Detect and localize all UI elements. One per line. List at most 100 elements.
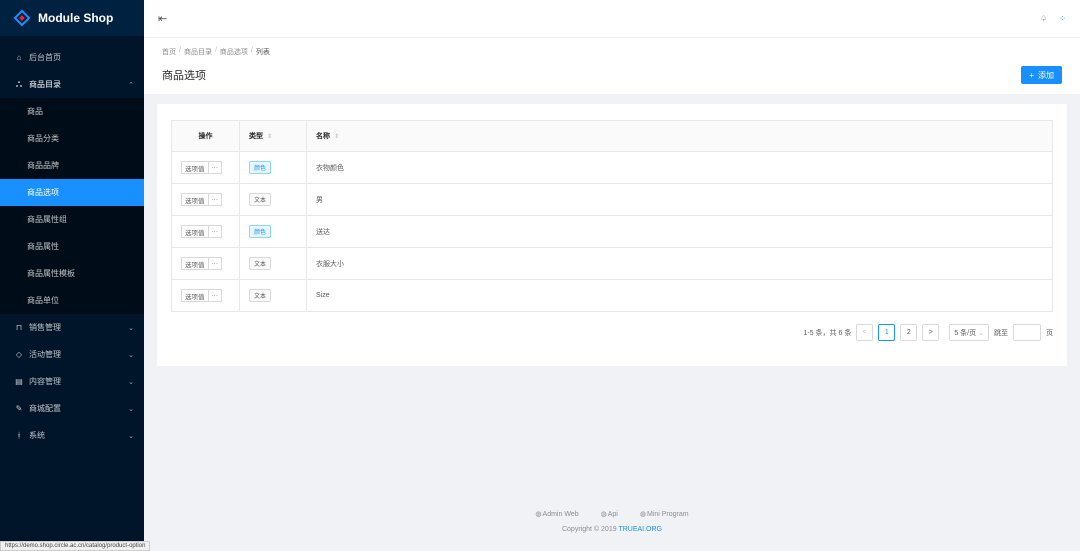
more-button[interactable]: ···	[208, 161, 222, 174]
sidebar-item-label: 商品	[27, 107, 43, 116]
breadcrumb-catalog[interactable]: 商品目录	[184, 47, 212, 57]
column-header-type[interactable]: 类型 ⇕	[239, 120, 307, 152]
sidebar-item-label: 商城配置	[29, 404, 61, 413]
sidebar-item-product-option[interactable]: 商品选项	[0, 179, 144, 206]
sidebar: Module Shop ⌂ 后台首页 ஃ 商品目录 ⌃ 商品 商品分类 商品品牌…	[0, 0, 144, 551]
sort-icon[interactable]: ⇕	[334, 134, 339, 140]
table-row: 选项值 ··· 文本 Size	[171, 279, 1053, 312]
type-cell: 文本	[239, 183, 307, 216]
sidebar-item-config[interactable]: ✎ 商城配置 ⌄	[0, 395, 144, 422]
content-card: 操作 类型 ⇕ 名称 ⇕ 选项值 ··· 颜色 衣物颜色 选项值 ··· 文本男选项值 ··· 颜色…	[157, 104, 1067, 366]
sidebar-item-brand[interactable]: 商品品牌	[0, 152, 144, 179]
copyright: Copyright © 2019 TRUEAI.ORG	[561, 526, 662, 533]
sidebar-item-label: 系统	[29, 431, 45, 440]
logo[interactable]: Module Shop	[0, 0, 144, 36]
sidebar-item-home[interactable]: ⌂ 后台首页	[0, 44, 144, 71]
footer-link-admin-web[interactable]: ◍Admin Web	[535, 510, 578, 518]
table-row: 选项值 ··· 文本 衣服大小	[171, 247, 1053, 280]
prev-page-button[interactable]: <	[856, 324, 874, 341]
status-url: https://demo.shop.circle.ac.cn/catalog/p…	[0, 541, 151, 551]
system-icon: ᚼ	[16, 431, 22, 440]
op-cell: 选项值 ···	[171, 151, 240, 184]
catalog-submenu: 商品 商品分类 商品品牌 商品选项 商品属性组 商品属性 商品属性模板 商品单位	[0, 98, 144, 314]
sidebar-item-label: 商品品牌	[27, 161, 59, 170]
option-values-button[interactable]: 选项值	[181, 225, 209, 238]
footer-link-mini-program[interactable]: ◍Mini Program	[640, 510, 689, 518]
chevron-down-icon: ⌄	[128, 324, 134, 332]
sidebar-item-label: 销售管理	[29, 323, 61, 332]
top-header: ⇤ ♤ ⁘	[144, 0, 1080, 37]
sidebar-item-label: 商品分类	[27, 134, 59, 143]
sort-icon[interactable]: ⇕	[267, 134, 272, 140]
option-values-button[interactable]: 选项值	[181, 289, 209, 302]
menu-fold-icon[interactable]: ⇤	[158, 12, 167, 25]
sidebar-item-product[interactable]: 商品	[0, 98, 144, 125]
bell-icon[interactable]: ♤	[1040, 14, 1047, 23]
table-header-row: 操作 类型 ⇕ 名称 ⇕	[171, 120, 1053, 152]
pagination-total: 1-5 条，共 6 条	[803, 329, 852, 337]
column-header-name[interactable]: 名称 ⇕	[306, 120, 1053, 152]
page-button-1[interactable]: 1	[878, 324, 896, 341]
name-cell: 衣物颜色	[306, 151, 1053, 184]
app-title: Module Shop	[38, 11, 114, 25]
catalog-icon: ஃ	[15, 79, 23, 89]
sidebar-item-sales[interactable]: ⊓ 销售管理 ⌄	[0, 314, 144, 341]
more-button[interactable]: ···	[208, 289, 222, 302]
breadcrumb-separator: /	[250, 47, 253, 54]
sidebar-item-content[interactable]: ▤ 内容管理 ⌄	[0, 368, 144, 395]
add-button-label: 添加	[1038, 70, 1054, 80]
option-values-button[interactable]: 选项值	[181, 257, 209, 270]
more-button[interactable]: ···	[208, 257, 222, 270]
sidebar-item-catalog[interactable]: ஃ 商品目录 ⌃	[0, 71, 144, 98]
column-header-op: 操作	[171, 120, 240, 152]
sidebar-item-attribute-template[interactable]: 商品属性模板	[0, 260, 144, 287]
chevron-down-icon: ⌄	[128, 405, 134, 413]
sidebar-item-promotion[interactable]: ◇ 活动管理 ⌄	[0, 341, 144, 368]
sidebar-item-label: 活动管理	[29, 350, 61, 359]
option-values-button[interactable]: 选项值	[181, 193, 209, 206]
loading-icon[interactable]: ⁘	[1059, 14, 1066, 23]
sidebar-item-label: 后台首页	[29, 53, 61, 62]
breadcrumb-home[interactable]: 首页	[162, 47, 176, 57]
jump-label: 跳至	[994, 329, 1008, 337]
sidebar-item-attribute-group[interactable]: 商品属性组	[0, 206, 144, 233]
page-size-value: 5 条/页	[954, 329, 977, 337]
next-page-button[interactable]: >	[922, 324, 940, 341]
breadcrumb: 首页 / 商品目录 / 商品选项 / 列表	[162, 47, 1062, 57]
type-tag: 文本	[249, 193, 272, 206]
pagination: 1-5 条，共 6 条 < 1 2 > 5 条/页 ⌄ 跳至 页	[803, 324, 1053, 341]
footer-link-api[interactable]: ◍Api	[601, 510, 618, 518]
footer-link-org[interactable]: TRUEAI.ORG	[618, 526, 662, 533]
jump-page-input[interactable]	[1013, 324, 1041, 341]
footer: ◍Admin Web ◍Api ◍Mini Program Copyright …	[144, 510, 1080, 533]
plus-icon: +	[1029, 70, 1034, 80]
sidebar-item-attribute[interactable]: 商品属性	[0, 233, 144, 260]
more-button[interactable]: ···	[208, 225, 222, 238]
sidebar-item-label: 内容管理	[29, 377, 61, 386]
option-values-button[interactable]: 选项值	[181, 161, 209, 174]
more-button[interactable]: ···	[208, 193, 222, 206]
sidebar-item-label: 商品属性组	[27, 215, 67, 224]
sidebar-item-unit[interactable]: 商品单位	[0, 287, 144, 314]
page-button-2[interactable]: 2	[900, 324, 918, 341]
type-tag: 文本	[249, 289, 272, 302]
github-icon: ◍	[639, 511, 646, 518]
op-cell: 选项值 ···	[171, 279, 240, 312]
breadcrumb-product-option[interactable]: 商品选项	[220, 47, 248, 57]
chevron-down-icon: ⌄	[128, 378, 134, 386]
home-icon: ⌂	[16, 53, 22, 62]
breadcrumb-separator: /	[179, 47, 181, 54]
sidebar-item-label: 商品属性	[27, 242, 59, 251]
type-cell: 颜色	[239, 215, 307, 248]
type-cell: 文本	[239, 247, 307, 280]
sidebar-item-category[interactable]: 商品分类	[0, 125, 144, 152]
sidebar-item-label: 商品单位	[27, 296, 59, 305]
page-size-select[interactable]: 5 条/页 ⌄	[949, 324, 989, 341]
type-tag: 颜色	[249, 225, 272, 238]
add-button[interactable]: + 添加	[1021, 66, 1062, 84]
chevron-up-icon: ⌃	[128, 81, 134, 89]
page-suffix: 页	[1046, 329, 1053, 337]
table-row: 选项值 ··· 颜色 衣物颜色	[171, 151, 1053, 184]
chevron-down-icon: ⌄	[128, 432, 134, 440]
sidebar-item-system[interactable]: ᚼ 系统 ⌄	[0, 422, 144, 449]
